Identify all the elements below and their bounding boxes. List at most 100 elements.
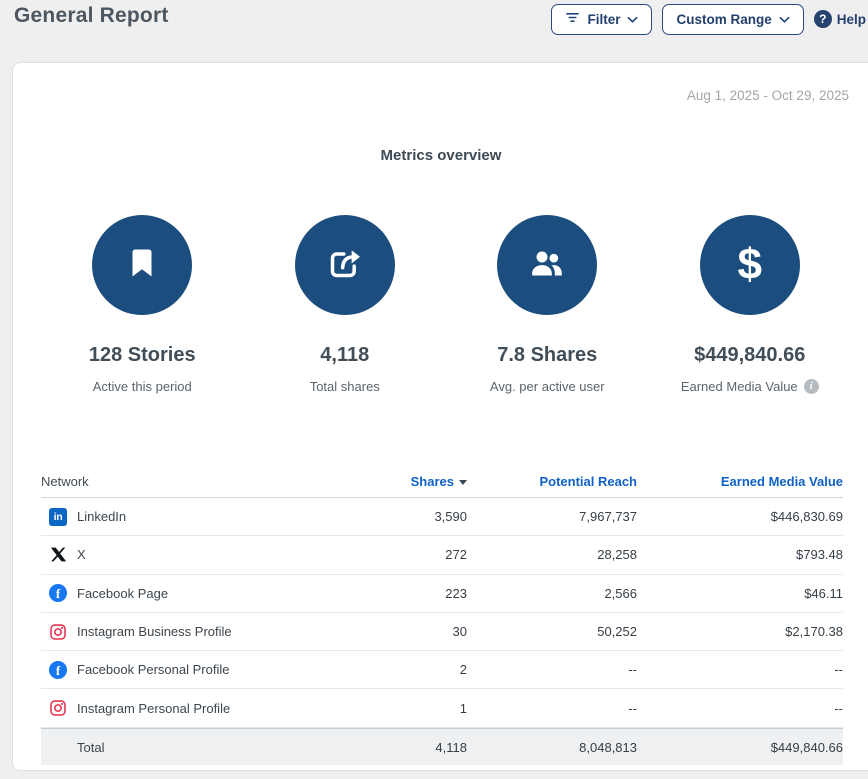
table-row: X 27228,258$793.48 <box>41 536 843 574</box>
metric-label-text: Active this period <box>93 379 192 394</box>
network-cell: in LinkedIn <box>41 508 345 526</box>
metrics-overview-title: Metrics overview <box>13 147 868 164</box>
help-icon: ? <box>814 10 832 28</box>
metric-card: 128 Stories Active this period <box>41 215 244 394</box>
bookmark-icon <box>125 246 159 285</box>
metrics-row: 128 Stories Active this period 4,118 Total … <box>41 215 851 394</box>
emv-value: $446,830.69 <box>637 509 843 524</box>
metric-label: Active this period <box>41 379 244 394</box>
dollar-icon-circle: $ <box>700 215 800 315</box>
linkedin-icon: in <box>49 508 67 526</box>
metric-label: Total shares <box>244 379 447 394</box>
metric-label-text: Earned Media Value <box>681 379 798 394</box>
table-row: fFacebook Personal Profile2---- <box>41 651 843 689</box>
column-header-label: Potential Reach <box>539 474 637 489</box>
facebook-icon: f <box>49 584 67 602</box>
table-row: in LinkedIn 3,5907,967,737$446,830.69 <box>41 498 843 536</box>
metric-value: 128 Stories <box>41 344 244 367</box>
filter-button[interactable]: Filter <box>551 4 652 35</box>
network-name: Facebook Page <box>77 586 168 601</box>
metric-card: 7.8 Shares Avg. per active user <box>446 215 649 394</box>
shares-value: 2 <box>345 662 467 677</box>
total-emv: $449,840.66 <box>637 740 843 755</box>
facebook-icon: f <box>49 661 67 679</box>
top-actions: Filter Custom Range ? Help <box>551 2 866 36</box>
emv-value: -- <box>637 662 843 677</box>
table-row: Instagram Business Profile3050,252$2,170… <box>41 613 843 651</box>
network-name: Instagram Personal Profile <box>77 701 230 716</box>
shares-value: 223 <box>345 586 467 601</box>
network-cell: f Facebook Personal Profile <box>41 661 345 679</box>
instagram-icon <box>49 699 67 717</box>
emv-value: $793.48 <box>637 547 843 562</box>
table-row: f Facebook Page 2232,566$46.11 <box>41 575 843 613</box>
metric-value: 4,118 <box>244 344 447 367</box>
network-table: Network Shares Potential Reach Earned Media… <box>41 466 843 765</box>
top-bar: General Report Filter Custom Range ? Hel… <box>0 0 868 60</box>
reach-value: 7,967,737 <box>467 509 637 524</box>
column-header-shares[interactable]: Shares <box>345 474 467 489</box>
network-name: X <box>77 547 86 562</box>
network-name: Facebook Personal Profile <box>77 662 229 677</box>
emv-value: $2,170.38 <box>637 624 843 639</box>
column-header-network: Network <box>41 474 345 489</box>
column-header-potential-reach[interactable]: Potential Reach <box>467 474 637 489</box>
users-icon-circle <box>497 215 597 315</box>
date-range-label: Aug 1, 2025 - Oct 29, 2025 <box>13 88 849 103</box>
network-cell: Instagram Personal Profile <box>41 699 345 717</box>
network-name: LinkedIn <box>77 509 126 524</box>
network-cell: X <box>41 546 345 564</box>
shares-value: 1 <box>345 701 467 716</box>
custom-range-label: Custom Range <box>676 12 771 27</box>
total-reach: 8,048,813 <box>467 740 637 755</box>
metric-label-text: Total shares <box>310 379 380 394</box>
help-label: Help <box>837 12 866 27</box>
emv-value: $46.11 <box>637 586 843 601</box>
instagram-icon <box>49 623 67 641</box>
metric-label: Earned Media Value i <box>649 379 852 394</box>
custom-range-button[interactable]: Custom Range <box>662 4 803 35</box>
table-body: inLinkedIn3,5907,967,737$446,830.69X2722… <box>41 498 843 765</box>
reach-value: 50,252 <box>467 624 637 639</box>
column-header-label: Earned Media Value <box>721 474 843 489</box>
reach-value: 2,566 <box>467 586 637 601</box>
share-icon-circle <box>295 215 395 315</box>
table-row: Instagram Personal Profile1---- <box>41 689 843 727</box>
shares-value: 3,590 <box>345 509 467 524</box>
total-label: Total <box>41 740 345 755</box>
sort-desc-icon <box>459 480 467 485</box>
dollar-icon: $ <box>738 243 762 287</box>
reach-value: 28,258 <box>467 547 637 562</box>
metric-value: $449,840.66 <box>649 344 852 367</box>
network-cell: f Facebook Page <box>41 584 345 602</box>
report-card: Aug 1, 2025 - Oct 29, 2025 Metrics overv… <box>12 62 868 771</box>
metric-label-text: Avg. per active user <box>490 379 605 394</box>
metric-card: 4,118 Total shares <box>244 215 447 394</box>
table-header-row: Network Shares Potential Reach Earned Media… <box>41 466 843 498</box>
bookmark-icon-circle <box>92 215 192 315</box>
chevron-down-icon <box>779 12 790 27</box>
network-cell: Instagram Business Profile <box>41 623 345 641</box>
share-icon <box>325 243 365 288</box>
metric-value: 7.8 Shares <box>446 344 649 367</box>
page-title: General Report <box>14 4 169 28</box>
users-icon <box>527 243 567 288</box>
x-icon <box>49 546 67 564</box>
filter-icon <box>565 11 580 27</box>
emv-value: -- <box>637 701 843 716</box>
total-shares: 4,118 <box>345 740 467 755</box>
metric-label: Avg. per active user <box>446 379 649 394</box>
network-name: Instagram Business Profile <box>77 624 232 639</box>
reach-value: -- <box>467 662 637 677</box>
filter-button-label: Filter <box>587 12 620 27</box>
column-header-label: Network <box>41 474 89 489</box>
table-total-row: Total4,1188,048,813$449,840.66 <box>41 728 843 766</box>
column-header-earned-media-value[interactable]: Earned Media Value <box>637 474 843 489</box>
shares-value: 272 <box>345 547 467 562</box>
metric-card: $ $449,840.66 Earned Media Value i <box>649 215 852 394</box>
help-button[interactable]: ? Help <box>814 10 866 28</box>
chevron-down-icon <box>627 12 638 27</box>
reach-value: -- <box>467 701 637 716</box>
info-icon[interactable]: i <box>804 379 819 394</box>
column-header-label: Shares <box>411 474 454 489</box>
